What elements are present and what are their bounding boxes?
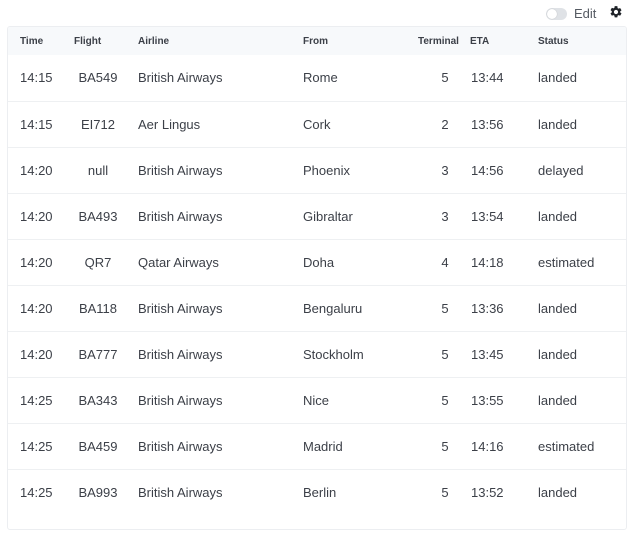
cell-eta: 13:44: [471, 70, 504, 86]
cell-time: 14:20: [20, 208, 53, 224]
cell-terminal: 4: [441, 254, 449, 270]
cell-flight: BA549: [78, 70, 118, 86]
column-header-airline[interactable]: Airline: [130, 27, 295, 55]
cell-airline: British Airways: [138, 346, 223, 362]
cell-status: landed: [538, 346, 578, 362]
cell-airline: British Airways: [138, 70, 223, 86]
cell-time: 14:20: [20, 346, 53, 362]
cell-flight: QR7: [84, 254, 112, 270]
cell-status: landed: [538, 70, 578, 86]
cell-terminal: 3: [441, 208, 449, 224]
table-row[interactable]: 14:15 EI712 Aer Lingus Cork 2 13:56 landed: [8, 101, 626, 147]
cell-airline: British Airways: [138, 208, 223, 224]
cell-from: Berlin: [303, 484, 337, 500]
column-header-eta[interactable]: ETA: [462, 27, 530, 55]
table-row[interactable]: 14:20 BA493 British Airways Gibraltar 3 13:54…: [8, 193, 626, 239]
table-row[interactable]: 14:25 BA459 British Airways Madrid 5 14:16 est…: [8, 423, 626, 469]
table-row[interactable]: 14:20 null British Airways Phoenix 3 14:56 del…: [8, 147, 626, 193]
cell-status: delayed: [538, 162, 584, 178]
cell-status: landed: [538, 484, 578, 500]
cell-status: landed: [538, 300, 578, 316]
column-header-terminal[interactable]: Terminal: [410, 27, 462, 55]
cell-airline: British Airways: [138, 300, 223, 316]
cell-airline: British Airways: [138, 484, 223, 500]
cell-flight: null: [87, 162, 109, 178]
cell-airline: British Airways: [138, 162, 223, 178]
table-body: 14:15 BA549 British Airways Rome 5 13:44 lande…: [8, 55, 626, 515]
cell-from: Rome: [303, 70, 338, 86]
top-toolbar: Edit: [0, 0, 634, 26]
edit-label: Edit: [574, 6, 597, 21]
cell-flight: BA459: [78, 438, 118, 454]
cell-status: landed: [538, 208, 578, 224]
cell-flight: BA777: [78, 346, 118, 362]
cell-eta: 13:52: [471, 484, 504, 500]
cell-time: 14:15: [20, 116, 53, 132]
cell-time: 14:20: [20, 300, 53, 316]
cell-terminal: 5: [441, 392, 449, 408]
edit-switch[interactable]: [546, 7, 567, 20]
table-row[interactable]: 14:25 BA993 British Airways Berlin 5 13:52 lan…: [8, 469, 626, 515]
cell-time: 14:15: [20, 70, 53, 86]
cell-eta: 13:36: [471, 300, 504, 316]
cell-status: landed: [538, 116, 578, 132]
cell-terminal: 5: [441, 346, 449, 362]
arrivals-table-card: Time Flight Airline From Terminal ETA St…: [7, 26, 627, 530]
cell-eta: 13:56: [471, 116, 504, 132]
cell-eta: 13:54: [471, 208, 504, 224]
edit-toggle[interactable]: Edit: [546, 6, 596, 21]
cell-from: Cork: [303, 116, 331, 132]
table-row[interactable]: 14:25 BA343 British Airways Nice 5 13:55 lande…: [8, 377, 626, 423]
table-row[interactable]: 14:20 QR7 Qatar Airways Doha 4 14:18 estimated: [8, 239, 626, 285]
cell-terminal: 5: [441, 300, 449, 316]
table-row[interactable]: 14:15 BA549 British Airways Rome 5 13:44 lande…: [8, 55, 626, 101]
cell-airline: Qatar Airways: [138, 254, 219, 270]
cell-from: Phoenix: [303, 162, 350, 178]
cell-status: landed: [538, 392, 578, 408]
cell-terminal: 5: [441, 70, 449, 86]
cell-flight: EI712: [81, 116, 115, 132]
cell-from: Bengaluru: [303, 300, 363, 316]
cell-time: 14:25: [20, 484, 53, 500]
cell-time: 14:20: [20, 162, 53, 178]
cell-eta: 14:56: [471, 162, 504, 178]
gear-icon[interactable]: [609, 5, 623, 19]
cell-from: Gibraltar: [303, 208, 353, 224]
cell-flight: BA493: [78, 208, 118, 224]
cell-from: Nice: [303, 392, 330, 408]
cell-airline: Aer Lingus: [138, 116, 201, 132]
cell-flight: BA118: [78, 300, 118, 316]
cell-terminal: 5: [441, 484, 449, 500]
cell-airline: British Airways: [138, 392, 223, 408]
cell-terminal: 5: [441, 438, 449, 454]
cell-terminal: 3: [441, 162, 449, 178]
cell-from: Stockholm: [303, 346, 364, 362]
header-row: Time Flight Airline From Terminal ETA St…: [8, 27, 626, 55]
cell-eta: 13:55: [471, 392, 504, 408]
cell-eta: 14:16: [471, 438, 504, 454]
cell-flight: BA343: [78, 392, 118, 408]
cell-eta: 13:45: [471, 346, 504, 362]
cell-from: Doha: [303, 254, 335, 270]
cell-time: 14:20: [20, 254, 53, 270]
table-row[interactable]: 14:20 BA777 British Airways Stockholm 5 13:45…: [8, 331, 626, 377]
column-header-time[interactable]: Time: [8, 27, 66, 55]
column-header-from[interactable]: From: [295, 27, 410, 55]
cell-from: Madrid: [303, 438, 343, 454]
cell-status: estimated: [538, 254, 595, 270]
column-header-flight[interactable]: Flight: [66, 27, 130, 55]
table-header: Time Flight Airline From Terminal ETA St…: [8, 27, 626, 55]
cell-airline: British Airways: [138, 438, 223, 454]
cell-eta: 14:18: [471, 254, 504, 270]
cell-time: 14:25: [20, 392, 53, 408]
cell-status: estimated: [538, 438, 595, 454]
edit-switch-knob: [547, 8, 557, 19]
cell-time: 14:25: [20, 438, 53, 454]
cell-terminal: 2: [441, 116, 449, 132]
table-row[interactable]: 14:20 BA118 British Airways Bengaluru 5 13:36…: [8, 285, 626, 331]
arrivals-table: Time Flight Airline From Terminal ETA St…: [8, 27, 626, 515]
cell-flight: BA993: [78, 484, 118, 500]
column-header-status[interactable]: Status: [530, 27, 626, 55]
